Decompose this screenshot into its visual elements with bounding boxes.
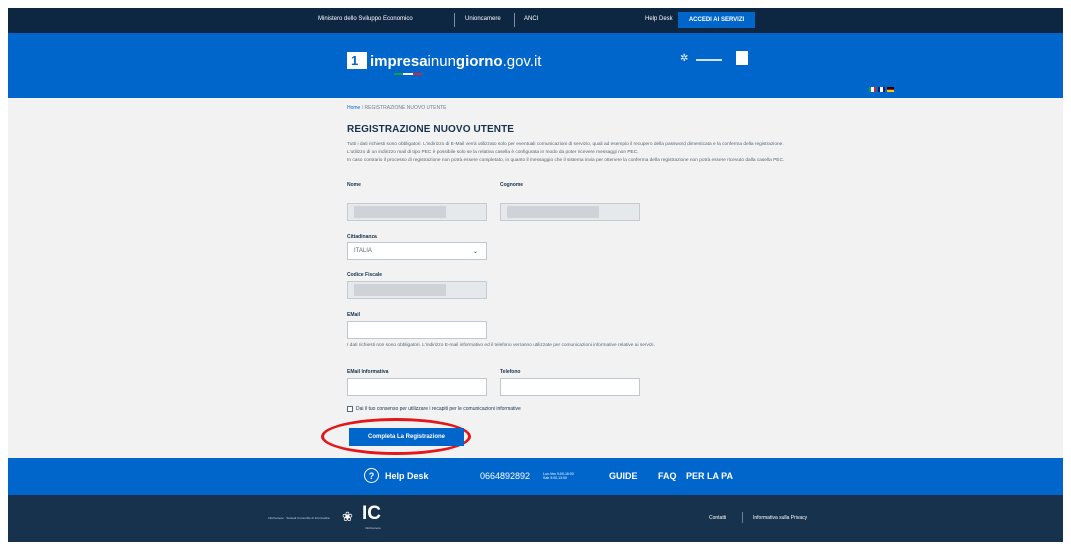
consent-row: Dai il tuo consenso per utilizzare i rec…: [347, 406, 521, 412]
submit-registration-button[interactable]: Completa La Registrazione: [349, 428, 464, 446]
logo-text-impresa: impresa: [370, 53, 428, 70]
email-field[interactable]: [347, 321, 487, 339]
logo-text-inun: inun: [427, 53, 456, 70]
nome-label: Nome: [347, 182, 361, 188]
footer-link-privacy[interactable]: Informativa sulla Privacy: [753, 515, 807, 521]
telefono-field[interactable]: [500, 378, 640, 396]
telefono-label: Telefono: [500, 369, 521, 375]
email-label: EMail: [347, 312, 361, 318]
site-header: 1 impresainungiorno.gov.it ✲: [8, 33, 1063, 98]
guide-link[interactable]: GUIDE: [609, 471, 638, 481]
infocamere-logo[interactable]: IC: [362, 503, 381, 525]
logo-icon[interactable]: 1: [347, 52, 367, 69]
main-content: Home / REGISTRAZIONE NUOVO UTENTE REGIST…: [8, 98, 1063, 458]
redacted-value: [507, 206, 599, 218]
footer-link-contatti[interactable]: Contatti: [709, 515, 726, 521]
email-info-label: EMail Informativa: [347, 369, 389, 375]
chevron-down-icon: ⌄: [472, 249, 478, 255]
flag-de-icon[interactable]: [887, 87, 894, 93]
emblem-icon: ✲: [680, 53, 689, 64]
top-navbar: Ministero dello Sviluppo Economico Union…: [8, 8, 1063, 33]
language-flags: [869, 87, 894, 93]
logo-icon-glyph: 1: [351, 53, 359, 68]
link-anci[interactable]: ANCI: [524, 16, 538, 22]
breadcrumb: Home / REGISTRAZIONE NUOVO UTENTE: [347, 105, 446, 111]
cognome-label: Cognome: [500, 182, 524, 188]
redacted-value: [354, 206, 446, 218]
per-la-pa-link[interactable]: PER LA PA: [686, 471, 733, 481]
nome-field: [347, 203, 487, 221]
emblem-icon: ❀: [342, 509, 353, 524]
site-logo[interactable]: impresainungiorno.gov.it: [370, 53, 541, 70]
partner-logo-text: [696, 59, 722, 61]
faq-link[interactable]: FAQ: [658, 471, 677, 481]
phone-hours: Lun-Ven 9:00-18:00 Sab 9:00-13:00: [543, 472, 574, 480]
intro-paragraph: L'utilizzo di un indirizzo mail di tipo …: [347, 150, 639, 155]
intro-text: Tutti i dati richiesti sono obbligatori.…: [347, 141, 787, 165]
consent-checkbox[interactable]: [347, 406, 353, 412]
page-title: REGISTRAZIONE NUOVO UTENTE: [347, 124, 515, 135]
cittadinanza-select[interactable]: ITALIA ⌄: [347, 242, 487, 260]
redacted-value: [354, 284, 446, 296]
footer-separator: [742, 512, 743, 523]
link-mise[interactable]: Ministero dello Sviluppo Economico: [318, 16, 413, 22]
access-services-button[interactable]: ACCEDI AI SERVIZI: [678, 12, 755, 28]
phone-number: 0664892892: [480, 471, 531, 481]
flag-it-icon[interactable]: [869, 87, 876, 92]
phone-hours-saturday: Sab 9:00-13:00: [543, 476, 567, 480]
topbar-separator: [514, 13, 515, 27]
cittadinanza-value: ITALIA: [354, 248, 372, 254]
browser-viewport: Ministero dello Sviluppo Economico Union…: [8, 8, 1063, 542]
breadcrumb-separator: /: [361, 105, 364, 111]
help-desk-link[interactable]: Help Desk: [385, 471, 429, 481]
codice-fiscale-field: [347, 281, 487, 299]
breadcrumb-home[interactable]: Home: [347, 105, 360, 111]
logo-tricolor: [394, 73, 422, 75]
help-bar: ? Help Desk 0664892892 Lun-Ven 9:00-18:0…: [8, 458, 1063, 495]
infocamere-logo-subtitle: InfoCamere: [365, 526, 381, 530]
intro-paragraph: Tutti i dati richiesti sono obbligatori.…: [347, 142, 784, 147]
topbar-separator: [454, 13, 455, 27]
codice-fiscale-label: Codice Fiscale: [347, 272, 383, 278]
help-icon[interactable]: ?: [364, 468, 379, 483]
partner-logos: ✲: [680, 49, 758, 69]
logo-text-domain: .gov.it: [502, 53, 542, 70]
cognome-field: [500, 203, 640, 221]
cittadinanza-label: Cittadinanza: [347, 234, 377, 240]
link-unioncamere[interactable]: Unioncamere: [465, 16, 501, 22]
optional-fields-note: I dati richiesti non sono obbligatori. L…: [347, 343, 655, 348]
site-footer: InfoCamere · Società Consortile di Infor…: [8, 495, 1063, 542]
footer-tagline: InfoCamere · Società Consortile di Infor…: [268, 516, 330, 520]
logo-text-giorno: giorno: [455, 53, 503, 70]
building-icon: [736, 51, 748, 65]
flag-en-icon[interactable]: [878, 87, 885, 92]
email-info-field[interactable]: [347, 378, 487, 396]
intro-paragraph: In caso contrario il processo di registr…: [347, 158, 785, 163]
link-helpdesk[interactable]: Help Desk: [645, 16, 673, 22]
consent-label: Dai il tuo consenso per utilizzare i rec…: [356, 406, 521, 412]
breadcrumb-current: REGISTRAZIONE NUOVO UTENTE: [364, 105, 447, 111]
